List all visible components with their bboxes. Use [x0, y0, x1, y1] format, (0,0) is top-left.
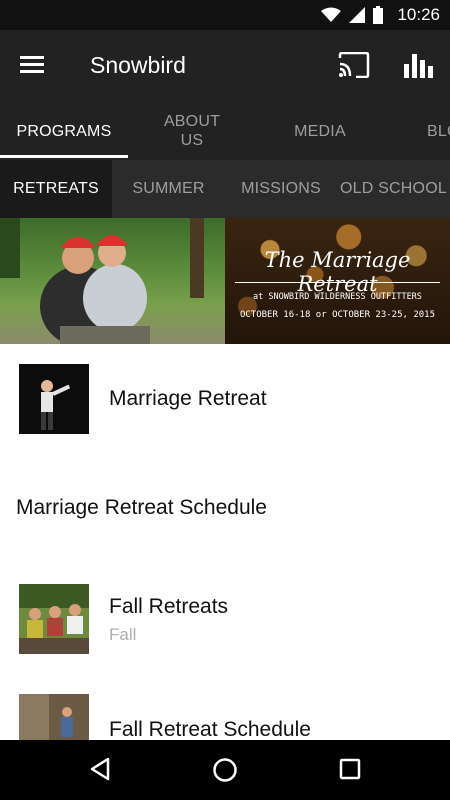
item-thumbnail: [19, 694, 89, 740]
status-bar: 10:26: [0, 0, 450, 30]
subtab-label: RETREATS: [13, 180, 99, 197]
item-subtitle: Fall: [109, 625, 137, 644]
subtab-old-school[interactable]: OLD SCHOOL: [337, 160, 450, 218]
item-title: Fall Retreats: [109, 595, 229, 618]
program-list: Marriage Retreat Marriage Retreat Schedu…: [0, 344, 450, 740]
tab-label: ABOUT US: [163, 113, 221, 149]
status-time: 10:26: [397, 5, 440, 24]
item-thumbnail: [19, 584, 89, 654]
tab-media[interactable]: MEDIA: [256, 102, 384, 160]
list-item[interactable]: Fall Retreats Fall: [0, 564, 450, 675]
tab-blog[interactable]: BLO: [384, 102, 450, 160]
tab-about-us[interactable]: ABOUT US: [128, 102, 256, 160]
subtab-summer[interactable]: SUMMER: [112, 160, 225, 218]
subtab-retreats[interactable]: RETREATS: [0, 160, 112, 218]
home-button[interactable]: [210, 755, 240, 785]
subtab-label: MISSIONS: [241, 180, 321, 197]
wifi-icon: [321, 7, 342, 22]
app-bar: Snowbird: [0, 30, 450, 102]
bar-chart-icon: [404, 54, 433, 78]
system-nav-bar: [0, 740, 450, 800]
item-title: Marriage Retreat Schedule: [16, 496, 267, 519]
status-icons: 10:26: [321, 0, 440, 30]
tab-indicator: [0, 155, 128, 158]
back-triangle-icon: [90, 757, 110, 781]
cast-button[interactable]: [338, 51, 372, 80]
banner-title: The Marriage Retreat: [264, 248, 411, 296]
recents-square-icon: [339, 758, 361, 780]
banner-dates: OCTOBER 16-18 or OCTOBER 23-25, 2015: [239, 310, 436, 320]
list-item[interactable]: Marriage Retreat: [0, 344, 450, 455]
app-title: Snowbird: [90, 52, 186, 78]
back-button[interactable]: [86, 755, 116, 785]
list-item[interactable]: Marriage Retreat Schedule: [0, 454, 450, 565]
main-tabs: PROGRAMS ABOUT US MEDIA BLO: [0, 102, 450, 160]
menu-button[interactable]: [18, 52, 52, 80]
battery-icon: [373, 6, 384, 24]
hamburger-icon: [20, 56, 44, 73]
item-title: Marriage Retreat: [109, 387, 267, 410]
stats-button[interactable]: [402, 50, 436, 82]
tab-label: MEDIA: [294, 122, 346, 140]
list-item[interactable]: Fall Retreat Schedule: [0, 674, 450, 740]
subtab-label: SUMMER: [132, 180, 205, 197]
cast-icon: [338, 51, 370, 79]
tab-programs[interactable]: PROGRAMS: [0, 102, 128, 160]
cell-signal-icon: [349, 7, 366, 23]
sub-tabs: RETREATS SUMMER MISSIONS OLD SCHOOL: [0, 160, 450, 218]
item-thumbnail: [19, 364, 89, 434]
banner-divider: [235, 282, 440, 283]
banner-graphic: The Marriage Retreat at SNOWBIRD WILDERN…: [225, 218, 450, 344]
subtab-label: OLD SCHOOL: [340, 180, 447, 197]
tab-label: PROGRAMS: [16, 122, 112, 140]
banner-subtitle: at SNOWBIRD WILDERNESS OUTFITTERS: [253, 292, 422, 302]
featured-banner[interactable]: The Marriage Retreat at SNOWBIRD WILDERN…: [0, 218, 450, 344]
home-circle-icon: [213, 758, 237, 782]
banner-photo: [0, 218, 225, 344]
item-title: Fall Retreat Schedule: [109, 718, 311, 740]
subtab-missions[interactable]: MISSIONS: [225, 160, 337, 218]
tab-label: BLO: [427, 122, 450, 140]
recents-button[interactable]: [336, 755, 366, 785]
